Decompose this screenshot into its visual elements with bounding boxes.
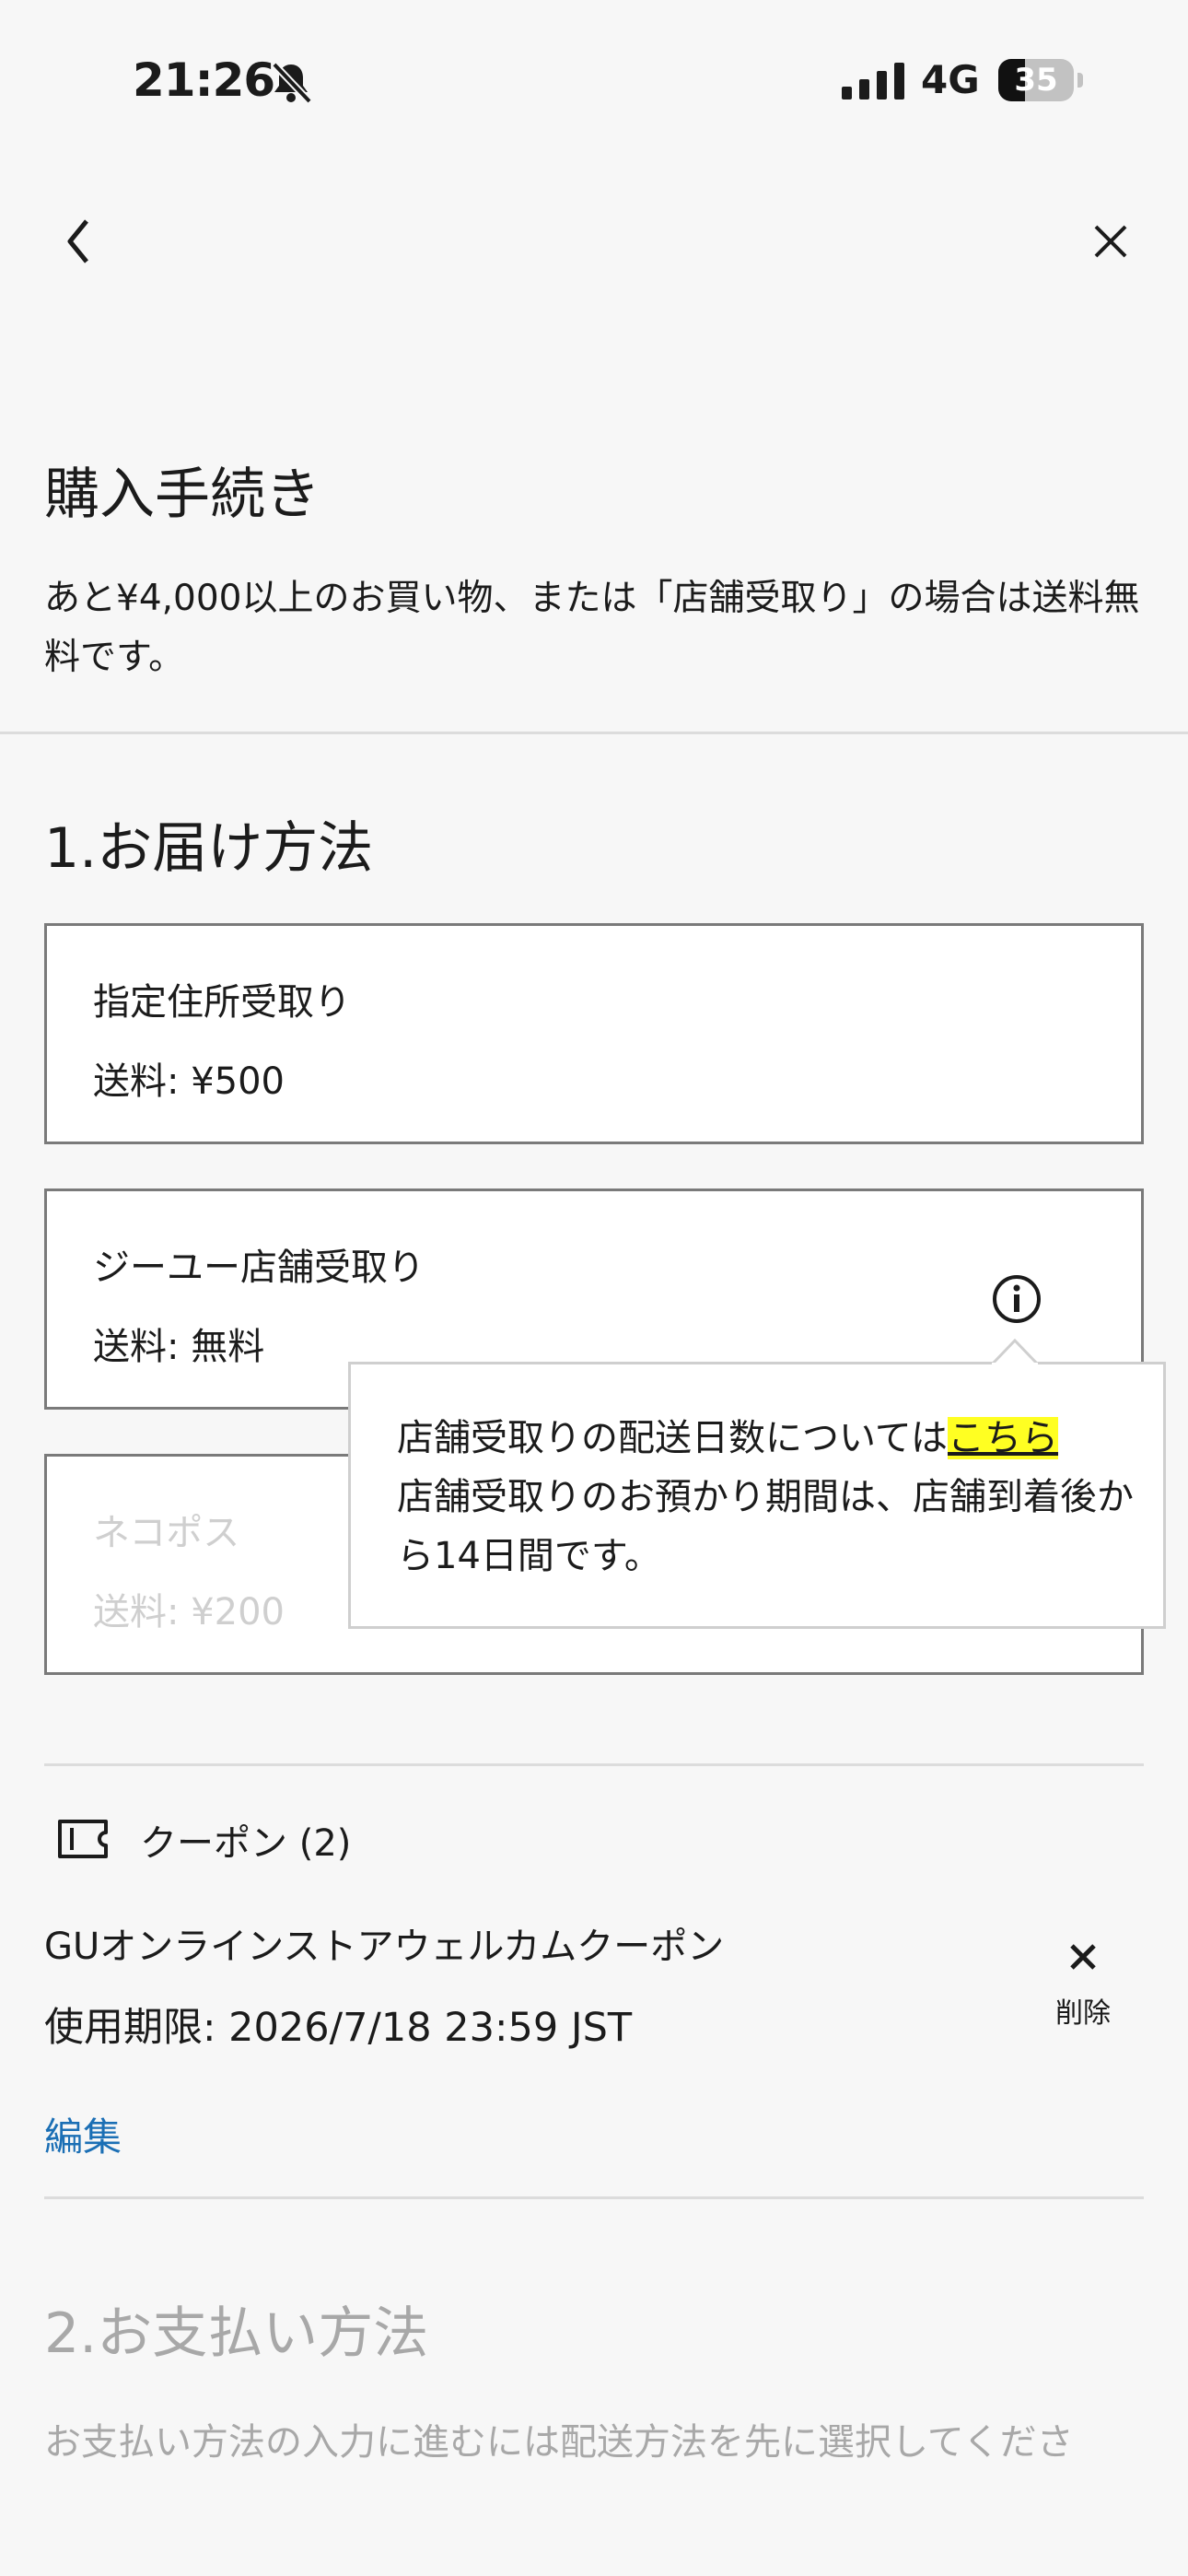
- delivery-option-name: ネコポス: [93, 1512, 240, 1554]
- delivery-option-fee: 送料: ¥200: [93, 1591, 285, 1633]
- payment-note: お支払い方法の入力に進むには配送方法を先に選択してくださ: [44, 2421, 1074, 2464]
- battery-icon: 35: [998, 59, 1083, 101]
- edit-coupon-link[interactable]: 編集: [44, 2106, 122, 2162]
- coupon-header: クーポン (2): [140, 1822, 352, 1865]
- signal-icon: [842, 63, 904, 100]
- delivery-option-address[interactable]: 指定住所受取り 送料: ¥500: [44, 923, 1144, 1144]
- delivery-option-name: ジーユー店舗受取り: [93, 1247, 425, 1289]
- delete-x-icon[interactable]: [1068, 1942, 1098, 1972]
- delivery-option-fee: 送料: 無料: [93, 1326, 265, 1368]
- bell-muted-icon: [272, 62, 312, 104]
- coupon-expiry: 使用期限: 2026/7/18 23:59 JST: [44, 2005, 633, 2051]
- coupon-name: GUオンラインストアウェルカムクーポン: [44, 1926, 725, 1968]
- divider: [0, 732, 1188, 734]
- coupon-ticket-icon: [58, 1820, 108, 1858]
- divider: [44, 2196, 1144, 2199]
- page-title: 購入手続き: [44, 463, 320, 527]
- info-icon[interactable]: [991, 1273, 1042, 1325]
- tooltip-pointer: [992, 1339, 1038, 1364]
- delivery-section-title: 1.お届け方法: [44, 816, 374, 881]
- tooltip-text: 店舗受取りの配送日数については: [397, 1417, 948, 1459]
- status-time: 21:26: [133, 53, 275, 107]
- battery-level: 35: [1014, 62, 1058, 99]
- delete-coupon-button[interactable]: 削除: [1055, 1990, 1111, 2031]
- tooltip-body: 店舗受取りのお預かり期間は、店舗到着後から14日間です。: [397, 1476, 1134, 1577]
- free-shipping-notice: あと¥4,000以上のお買い物、または「店舗受取り」の場合は送料無料です。: [44, 578, 1140, 678]
- delivery-option-name: 指定住所受取り: [93, 981, 351, 1024]
- back-chevron-icon[interactable]: [55, 212, 103, 271]
- divider: [44, 1763, 1144, 1766]
- store-pickup-tooltip: 店舗受取りの配送日数についてはこちら 店舗受取りのお預かり期間は、店舗到着後から…: [348, 1339, 1166, 1629]
- delivery-option-fee: 送料: ¥500: [93, 1060, 285, 1103]
- network-label: 4G: [921, 57, 980, 102]
- delivery-days-link[interactable]: こちら: [948, 1417, 1058, 1459]
- close-icon[interactable]: [1085, 216, 1136, 267]
- payment-section-title: 2.お支払い方法: [44, 2301, 429, 2366]
